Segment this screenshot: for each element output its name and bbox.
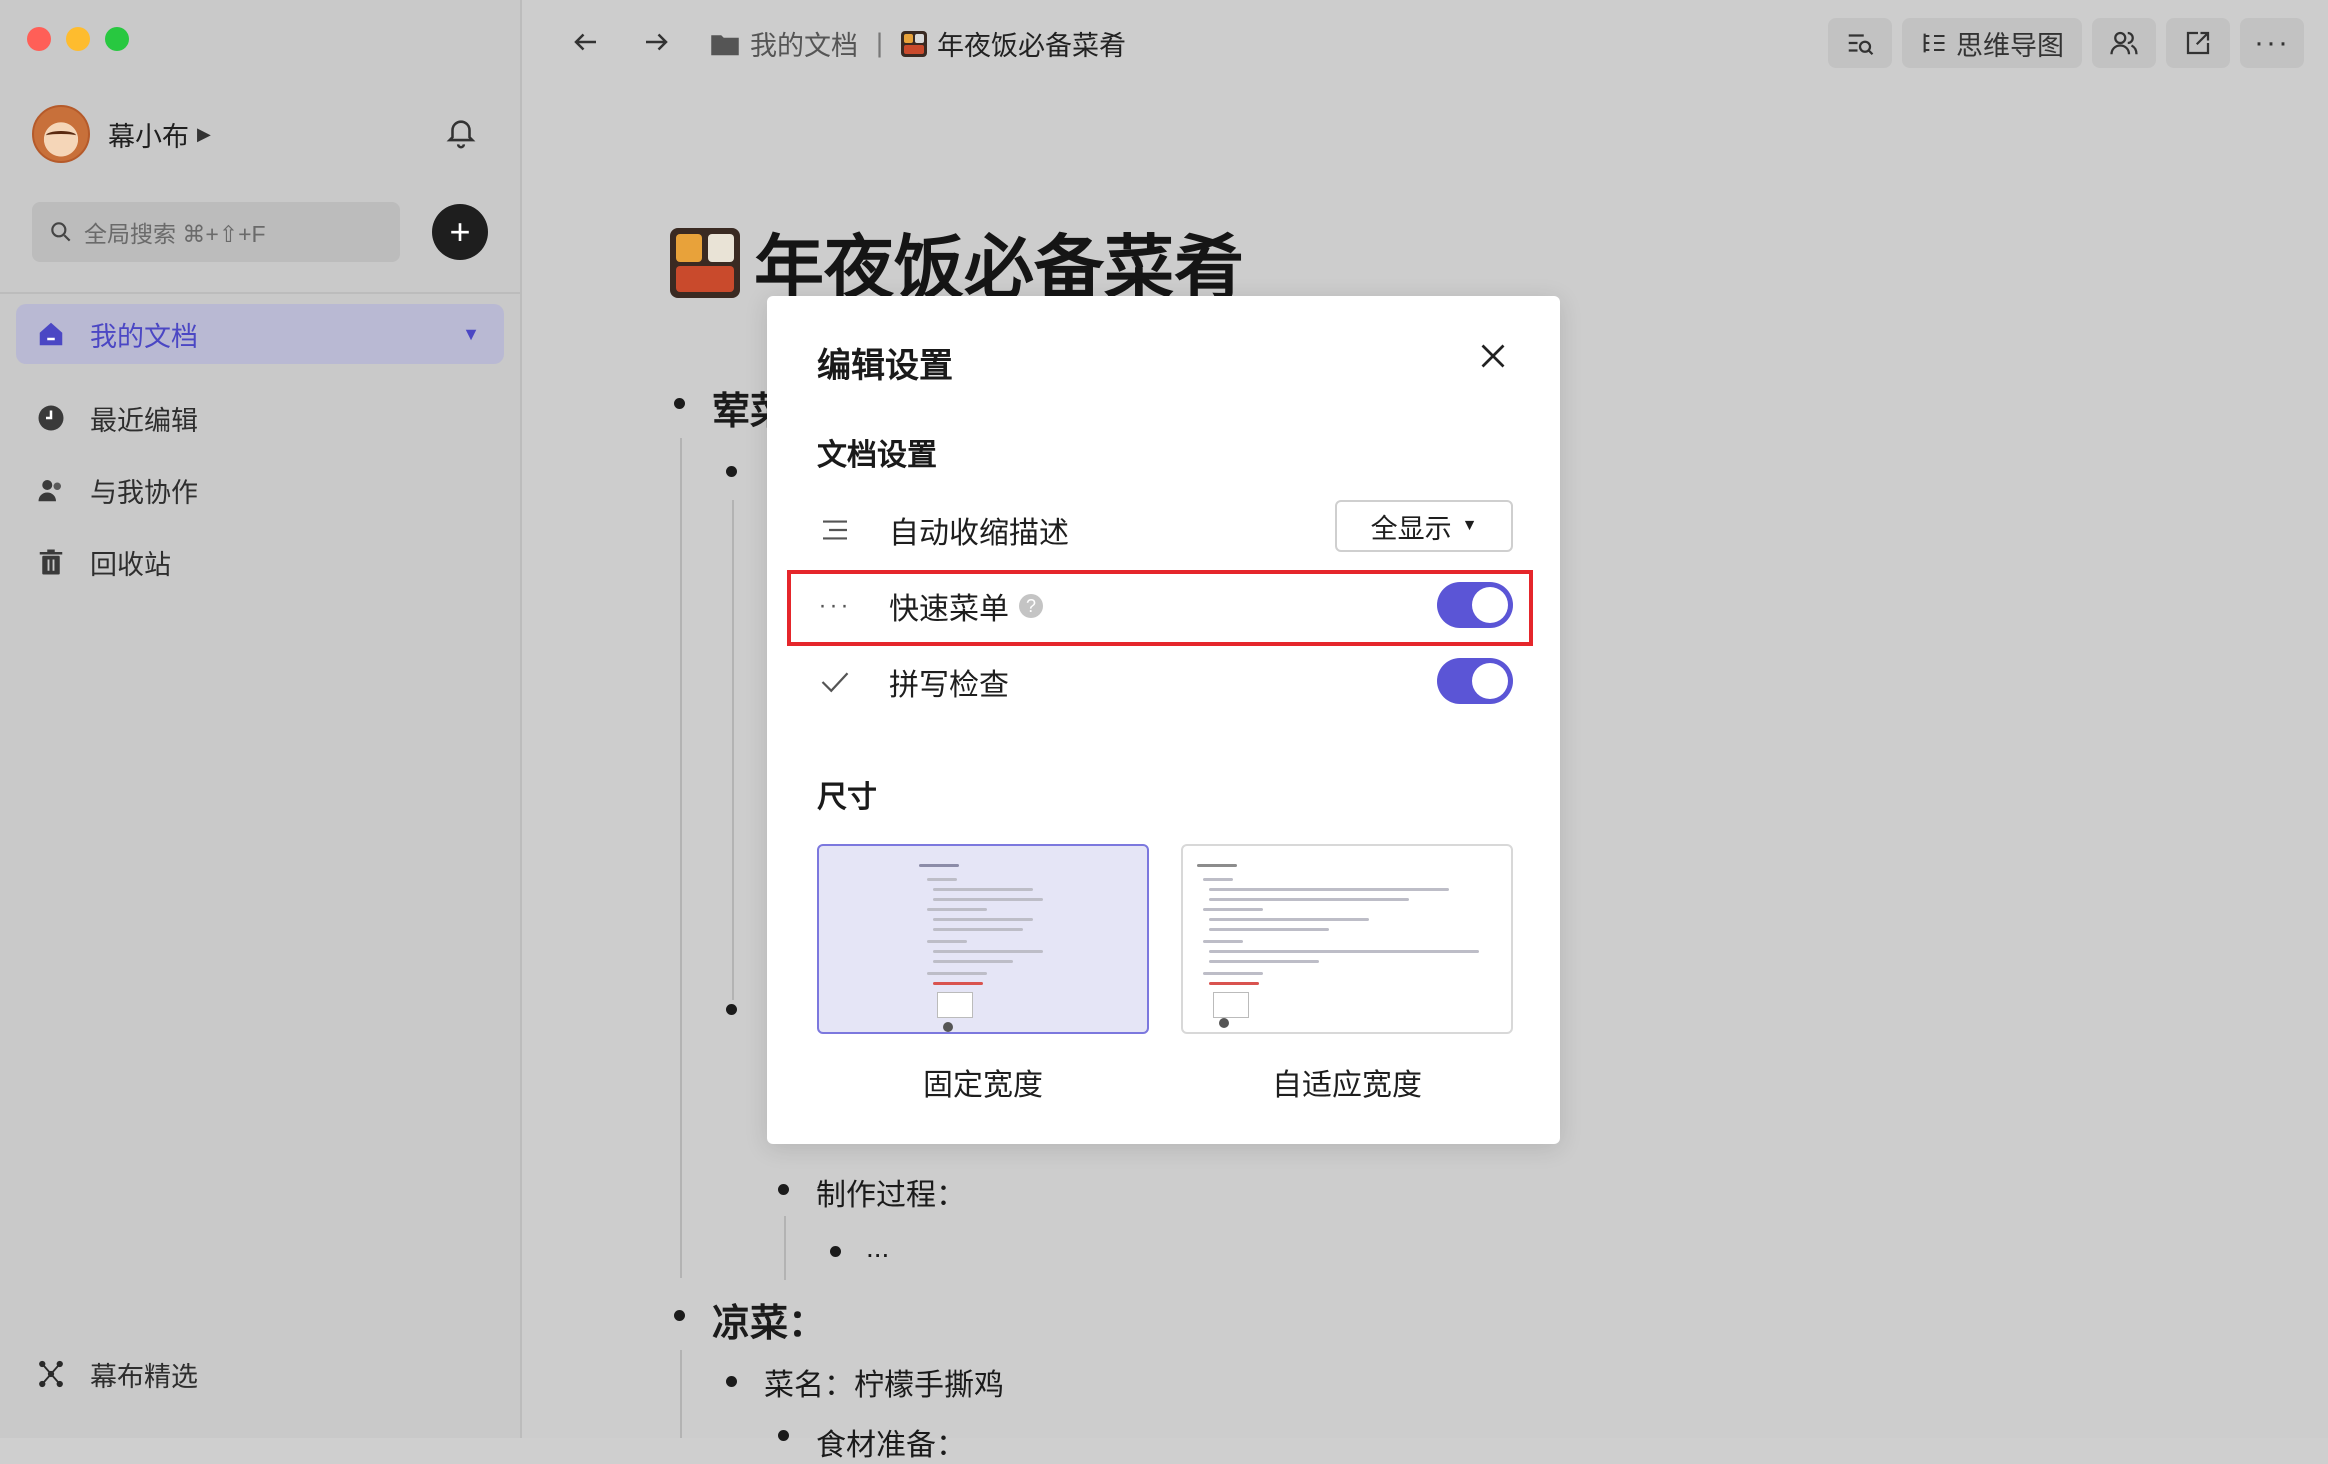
bullet[interactable] [830, 1246, 841, 1257]
sidebar-divider [0, 292, 520, 294]
mindnodes-icon [36, 1359, 66, 1389]
sidebar-item-featured[interactable]: 幕布精选 [16, 1344, 198, 1404]
back-icon[interactable] [566, 22, 606, 62]
quick-menu-toggle[interactable] [1437, 582, 1513, 628]
clock-icon [36, 403, 66, 433]
section-doc-settings: 文档设置 [817, 439, 937, 472]
dialog-title: 编辑设置 [817, 347, 953, 385]
bento-icon [901, 30, 928, 57]
ellipsis-item[interactable]: ... [866, 1232, 889, 1264]
indent-guide [680, 1350, 682, 1438]
close-icon[interactable] [1475, 338, 1511, 374]
breadcrumb: 我的文档 | 年夜饭必备菜肴 [710, 24, 1126, 63]
sidebar: 幕小布 ▶ 全局搜索 ⌘+⇧+F + 我的文档 ▼ 最近编辑 与我协作 回收站 … [0, 0, 522, 1438]
breadcrumb-separator: | [876, 28, 884, 58]
row-quick-menu: ··· 快速菜单 ? [787, 570, 1533, 646]
trash-icon [36, 547, 66, 577]
indent-guide [680, 438, 682, 1278]
sidebar-item-collab[interactable]: 与我协作 [16, 460, 504, 520]
bullet[interactable] [726, 1376, 737, 1387]
add-button[interactable]: + [432, 204, 488, 260]
outline-search-button[interactable] [1828, 18, 1892, 68]
collaborate-button[interactable] [2092, 18, 2156, 68]
select-value: 全显示 [1370, 513, 1452, 544]
user-name: 幕小布 [108, 121, 189, 152]
sidebar-item-recent[interactable]: 最近编辑 [16, 388, 504, 448]
row-label: 自动收缩描述 [889, 517, 1069, 550]
mindmap-icon [1923, 33, 1945, 53]
global-search[interactable]: 全局搜索 ⌘+⇧+F [32, 202, 400, 262]
indent-guide [784, 1216, 786, 1280]
forward-icon[interactable] [636, 22, 676, 62]
top-bar: 我的文档 | 年夜饭必备菜肴 思维导图 ··· [522, 0, 2328, 84]
more-icon: ··· [2254, 26, 2290, 59]
ingredients-item[interactable]: 食材准备： [816, 1420, 966, 1464]
bell-icon[interactable] [444, 116, 478, 150]
bullet[interactable] [778, 1430, 789, 1441]
check-icon [817, 664, 853, 700]
row-label: 拼写检查 [889, 669, 1009, 702]
dish-item[interactable]: 菜名：柠檬手撕鸡 [764, 1360, 1004, 1404]
row-auto-collapse: 自动收缩描述 全显示 ▼ [817, 500, 1513, 560]
bullet[interactable] [726, 1004, 737, 1015]
sidebar-item-label: 最近编辑 [90, 405, 198, 436]
step-label[interactable]: 制作过程： [816, 1170, 966, 1214]
more-button[interactable]: ··· [2240, 18, 2304, 68]
zoom-window-button[interactable] [105, 27, 129, 51]
indent-guide [732, 500, 734, 1000]
heading-cold[interactable]: 凉菜： [712, 1292, 826, 1347]
users-icon [36, 475, 66, 505]
bullet[interactable] [674, 398, 685, 409]
bullet[interactable] [778, 1184, 789, 1195]
row-label: 快速菜单 [889, 593, 1009, 626]
dots-icon: ··· [818, 592, 852, 619]
sidebar-item-label: 我的文档 [90, 321, 198, 352]
collaborate-icon [2110, 31, 2138, 55]
breadcrumb-doc: 年夜饭必备菜肴 [937, 31, 1127, 61]
close-window-button[interactable] [27, 27, 51, 51]
breadcrumb-folder[interactable]: 我的文档 [750, 24, 858, 63]
chevron-down-icon[interactable]: ▼ [462, 324, 480, 345]
sidebar-item-my-docs[interactable]: 我的文档 ▼ [16, 304, 504, 364]
outline-search-icon [1848, 34, 1874, 56]
search-icon [51, 222, 71, 242]
collapse-select[interactable]: 全显示 ▼ [1335, 500, 1513, 552]
share-button[interactable] [2166, 18, 2230, 68]
user-menu[interactable]: 幕小布 ▶ [32, 105, 211, 163]
bullet[interactable] [726, 466, 737, 477]
sidebar-item-label: 回收站 [90, 549, 171, 580]
bullet[interactable] [674, 1310, 685, 1321]
section-size: 尺寸 [817, 781, 877, 814]
avatar [32, 105, 90, 163]
sidebar-item-label: 与我协作 [90, 477, 198, 508]
mindmap-button[interactable]: 思维导图 [1902, 18, 2082, 68]
mindmap-label: 思维导图 [1956, 30, 2064, 61]
fixed-width-label[interactable]: 固定宽度 [817, 1060, 1149, 1104]
caret-right-icon: ▶ [197, 123, 211, 144]
edit-settings-dialog: 编辑设置 文档设置 自动收缩描述 全显示 ▼ ··· 快速菜单 ? 拼写检查 尺… [767, 296, 1560, 1144]
adaptive-width-option[interactable] [1181, 844, 1513, 1034]
sidebar-item-label: 幕布精选 [90, 1361, 198, 1392]
spell-check-toggle[interactable] [1437, 658, 1513, 704]
fixed-width-option[interactable] [817, 844, 1149, 1034]
adaptive-width-label[interactable]: 自适应宽度 [1181, 1060, 1513, 1104]
folder-icon [711, 34, 739, 55]
lines-icon [817, 512, 853, 548]
sidebar-item-trash[interactable]: 回收站 [16, 532, 504, 592]
bento-icon [670, 227, 740, 298]
help-icon[interactable]: ? [1019, 594, 1043, 618]
caret-down-icon: ▼ [1461, 517, 1478, 534]
share-icon [2186, 31, 2210, 55]
row-spell-check: 拼写检查 [817, 652, 1513, 712]
home-icon [36, 319, 66, 349]
plus-icon: + [449, 211, 471, 252]
search-placeholder: 全局搜索 ⌘+⇧+F [84, 221, 266, 247]
minimize-window-button[interactable] [66, 27, 90, 51]
